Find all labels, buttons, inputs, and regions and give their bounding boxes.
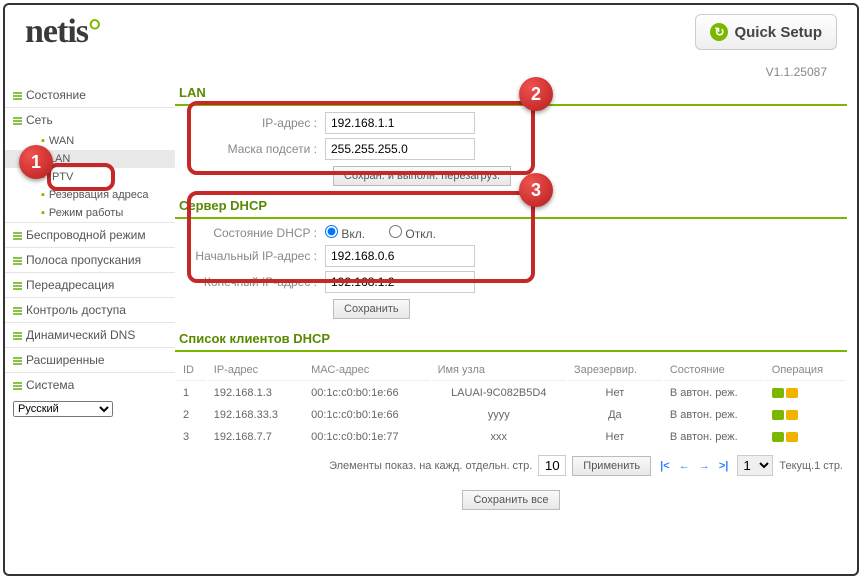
sidebar-item-advanced[interactable]: Расширенные: [5, 347, 175, 372]
sidebar-item-lan[interactable]: ▪LAN: [5, 150, 175, 168]
dhcp-on-radio[interactable]: Вкл.: [325, 225, 365, 241]
last-page-icon[interactable]: >|: [719, 460, 729, 472]
plus-icon: ▪: [41, 171, 45, 183]
sidebar-item-status[interactable]: Состояние: [5, 83, 175, 107]
col-host: Имя узла: [432, 360, 566, 381]
refresh-icon: ↻: [710, 23, 728, 41]
table-row: 2192.168.33.300:1c:c0:b0:1e:66ууууДаВ ав…: [177, 405, 845, 425]
bullet-icon: [13, 356, 22, 365]
action-icon[interactable]: [786, 410, 798, 420]
plus-icon: ▪: [41, 153, 45, 165]
pager: Элементы показ. на кажд. отдельн. стр. П…: [175, 449, 847, 482]
clients-section-title: Список клиентов DHCP: [175, 325, 847, 352]
apply-button[interactable]: Применить: [572, 456, 651, 476]
sidebar-item-iptv[interactable]: ▪IPTV: [5, 168, 175, 186]
col-ip: IP-адрес: [208, 360, 303, 381]
sidebar-item-bandwidth[interactable]: Полоса пропускания: [5, 247, 175, 272]
clients-table: ID IP-адрес МАС-адрес Имя узла Зарезерви…: [175, 358, 847, 449]
language-select[interactable]: Русский: [13, 401, 113, 417]
col-state: Состояние: [664, 360, 764, 381]
page-select[interactable]: 1: [737, 455, 773, 476]
sidebar-item-forwarding[interactable]: Переадресация: [5, 272, 175, 297]
sidebar-item-system[interactable]: Система: [5, 372, 175, 397]
sidebar-item-wan[interactable]: ▪WAN: [5, 132, 175, 150]
version-label: V1.1.25087: [5, 65, 857, 79]
bullet-icon: [13, 281, 22, 290]
dhcp-off-radio[interactable]: Откл.: [389, 225, 436, 241]
table-row: 1192.168.1.300:1c:c0:b0:1e:66LAUAI-9C082…: [177, 383, 845, 403]
mask-input[interactable]: [325, 138, 475, 160]
quick-setup-button[interactable]: ↻ Quick Setup: [695, 14, 837, 50]
current-page-label: Текущ.1 стр.: [779, 460, 843, 472]
bullet-icon: [13, 231, 22, 240]
col-mac: МАС-адрес: [305, 360, 429, 381]
mask-label: Маска подсети :: [175, 142, 325, 156]
col-id: ID: [177, 360, 206, 381]
sidebar-item-wireless[interactable]: Беспроводной режим: [5, 222, 175, 247]
table-row: 3192.168.7.700:1c:c0:b0:1e:77хххНетВ авт…: [177, 427, 845, 447]
lan-section-title: LAN: [175, 79, 847, 106]
sidebar-item-workmode[interactable]: ▪Режим работы: [5, 204, 175, 222]
plus-icon: ▪: [41, 189, 45, 201]
bullet-icon: [13, 116, 22, 125]
save-all-button[interactable]: Сохранить все: [462, 490, 559, 510]
content: LAN IP-адрес : Маска подсети : Сохран. и…: [175, 79, 857, 518]
items-per-page-input[interactable]: [538, 455, 566, 476]
bullet-icon: [13, 91, 22, 100]
save-reboot-button[interactable]: Сохран. и выполн. перезагруз.: [333, 166, 511, 186]
col-op: Операция: [766, 360, 845, 381]
dhcp-start-label: Начальный IP-адрес :: [175, 249, 325, 263]
link-icon[interactable]: [772, 388, 784, 398]
sidebar-item-reservation[interactable]: ▪Резервация адреса: [5, 186, 175, 204]
dhcp-state-label: Состояние DHCP :: [175, 226, 325, 240]
sidebar-item-network[interactable]: Сеть: [5, 107, 175, 132]
dhcp-end-input[interactable]: [325, 271, 475, 293]
next-page-icon[interactable]: →: [699, 460, 710, 472]
bullet-icon: [13, 306, 22, 315]
first-page-icon[interactable]: |<: [660, 460, 670, 472]
ip-input[interactable]: [325, 112, 475, 134]
plus-icon: ▪: [41, 207, 45, 219]
bullet-icon: [13, 331, 22, 340]
ip-label: IP-адрес :: [175, 116, 325, 130]
sidebar: Состояние Сеть ▪WAN ▪LAN ▪IPTV ▪Резервац…: [5, 79, 175, 518]
sidebar-item-ddns[interactable]: Динамический DNS: [5, 322, 175, 347]
plus-icon: ▪: [41, 135, 45, 147]
link-icon[interactable]: [772, 432, 784, 442]
dhcp-end-label: Конечный IP-адрес :: [175, 275, 325, 289]
logo: netis°: [25, 13, 101, 51]
dhcp-start-input[interactable]: [325, 245, 475, 267]
sidebar-item-access[interactable]: Контроль доступа: [5, 297, 175, 322]
bullet-icon: [13, 381, 22, 390]
quick-setup-label: Quick Setup: [734, 24, 822, 41]
items-per-page-label: Элементы показ. на кажд. отдельн. стр.: [329, 460, 532, 472]
dhcp-section-title: Сервер DHCP: [175, 192, 847, 219]
action-icon[interactable]: [786, 432, 798, 442]
prev-page-icon[interactable]: ←: [679, 460, 690, 472]
dhcp-save-button[interactable]: Сохранить: [333, 299, 410, 319]
col-reserved: Зарезервир.: [568, 360, 662, 381]
bullet-icon: [13, 256, 22, 265]
action-icon[interactable]: [786, 388, 798, 398]
link-icon[interactable]: [772, 410, 784, 420]
